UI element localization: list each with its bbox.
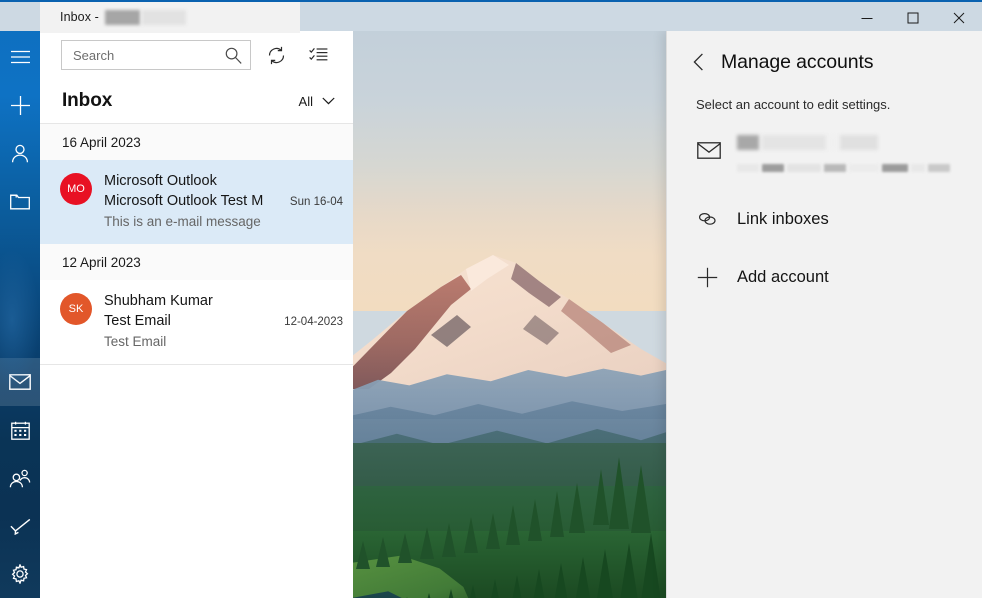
filter-label: All [298, 93, 313, 109]
mountain-peak [353, 255, 666, 389]
message-subject: Test Email [104, 313, 171, 329]
add-account-label: Add account [737, 267, 829, 286]
message-sender: Shubham Kumar [104, 293, 213, 309]
search-icon[interactable] [225, 47, 242, 69]
message-date: Sun 16-04 [289, 196, 343, 208]
link-inboxes-button[interactable]: Link inboxes [667, 196, 982, 242]
accounts-person-icon[interactable] [0, 129, 40, 177]
navigation-rail [0, 0, 40, 598]
message-sender: Microsoft Outlook [104, 173, 217, 189]
account-list-item[interactable] [667, 112, 982, 176]
envelope-icon [697, 142, 723, 164]
search-box[interactable] [61, 40, 251, 70]
page-title: Inbox [62, 90, 113, 111]
title-bar: Inbox - [0, 0, 982, 33]
account-redacted-details [737, 134, 950, 172]
settings-subtitle: Select an account to edit settings. [696, 97, 891, 112]
table-row[interactable]: SK Shubham Kumar Test Email 12-04-2023 T… [40, 280, 353, 364]
window-title-prefix: Inbox - [60, 9, 99, 24]
back-chevron-icon[interactable] [683, 47, 713, 77]
list-header: Inbox All [40, 79, 353, 123]
minimize-button[interactable] [844, 2, 890, 33]
avatar: SK [60, 293, 92, 325]
message-date: 12-04-2023 [284, 316, 343, 328]
plus-icon [697, 267, 723, 288]
link-icon [697, 211, 723, 227]
window-title-account-redacted-a [104, 10, 140, 26]
reading-pane-background-image [353, 31, 666, 598]
mail-app-window: Inbox All 16 April 2023 MO Microsoft Out… [0, 0, 982, 598]
window-title-area: Inbox - [40, 2, 300, 33]
window-title: Inbox - [40, 9, 186, 26]
sidebar-item-settings[interactable] [0, 550, 40, 598]
avatar: MO [60, 173, 92, 205]
sidebar-item-to-do[interactable] [0, 502, 40, 550]
sidebar-item-calendar[interactable] [0, 406, 40, 454]
maximize-button[interactable] [890, 2, 936, 33]
window-controls [844, 2, 982, 33]
date-group-header: 16 April 2023 [40, 124, 353, 160]
message-subject: Microsoft Outlook Test M [104, 193, 264, 209]
avatar-initials: SK [68, 303, 84, 315]
link-inboxes-label: Link inboxes [737, 209, 829, 228]
close-button[interactable] [936, 2, 982, 33]
settings-title: Manage accounts [721, 50, 874, 73]
message-content: Shubham Kumar Test Email 12-04-2023 Test… [104, 291, 343, 352]
divider [40, 364, 353, 365]
table-row[interactable]: MO Microsoft Outlook Microsoft Outlook T… [40, 160, 353, 244]
add-account-button[interactable]: Add account [667, 254, 982, 300]
message-preview: This is an e-mail message [104, 214, 261, 229]
settings-header: Manage accounts [667, 31, 982, 75]
conifer-trees [356, 457, 661, 598]
folders-icon[interactable] [0, 177, 40, 225]
search-input[interactable] [71, 41, 225, 69]
search-toolbar [40, 31, 353, 79]
sidebar-item-people[interactable] [0, 454, 40, 502]
new-mail-plus-icon[interactable] [0, 81, 40, 129]
filter-dropdown[interactable]: All [299, 92, 335, 110]
message-preview: Test Email [104, 334, 167, 349]
account-address-redacted [737, 163, 950, 172]
sync-icon[interactable] [259, 38, 293, 72]
message-subject-row: Microsoft Outlook Test M Sun 16-04 [104, 191, 343, 212]
avatar-initials: MO [67, 183, 85, 195]
account-name-redacted [737, 134, 950, 150]
chevron-down-icon [322, 92, 335, 110]
hamburger-menu-icon[interactable] [0, 33, 40, 81]
message-content: Microsoft Outlook Microsoft Outlook Test… [104, 171, 343, 232]
window-title-account-redacted-b [141, 10, 186, 26]
message-subject-row: Test Email 12-04-2023 [104, 311, 343, 332]
manage-accounts-pane: Manage accounts Select an account to edi… [666, 31, 982, 598]
message-list-pane: Inbox All 16 April 2023 MO Microsoft Out… [40, 31, 353, 598]
sidebar-item-mail[interactable] [0, 358, 40, 406]
date-group-header: 12 April 2023 [40, 244, 353, 280]
selection-mode-icon[interactable] [301, 38, 335, 72]
